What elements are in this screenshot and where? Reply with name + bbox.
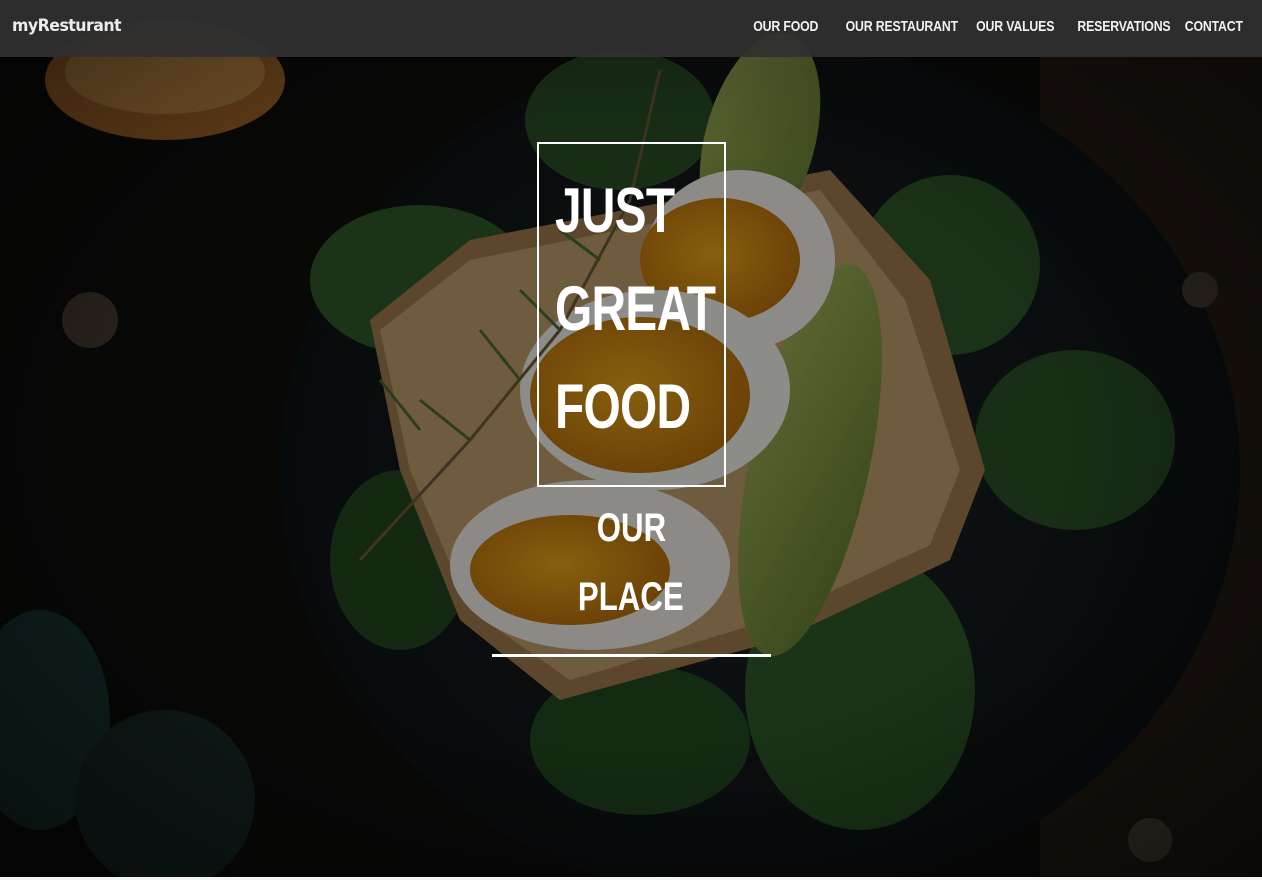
headline-line-2: GREAT	[555, 274, 716, 344]
subline-line-1-text: OUR	[596, 506, 666, 550]
nav-links: OUR FOOD OUR RESTAURANT OUR VALUES RESER…	[753, 18, 1244, 35]
headline-line-3: FOOD	[555, 372, 691, 442]
subline-line-1: OUR	[0, 506, 1262, 551]
hero-divider	[492, 654, 771, 657]
hero-section: JUST GREAT FOOD OUR PLACE	[0, 0, 1262, 880]
subline-line-2-text: PLACE	[578, 575, 684, 619]
brand-logo[interactable]: myResturant	[12, 16, 122, 36]
nav-link-reservations[interactable]: RESERVATIONS	[1077, 18, 1170, 35]
headline-line-1: JUST	[555, 176, 675, 246]
subline-line-2: PLACE	[0, 575, 1262, 620]
nav-link-our-food[interactable]: OUR FOOD	[754, 18, 819, 35]
top-navbar: myResturant OUR FOOD OUR RESTAURANT OUR …	[0, 0, 1262, 57]
nav-link-contact[interactable]: CONTACT	[1185, 18, 1243, 35]
nav-link-our-values[interactable]: OUR VALUES	[977, 18, 1055, 35]
headline-frame: JUST GREAT FOOD	[537, 142, 726, 487]
nav-link-our-restaurant[interactable]: OUR RESTAURANT	[845, 18, 957, 35]
